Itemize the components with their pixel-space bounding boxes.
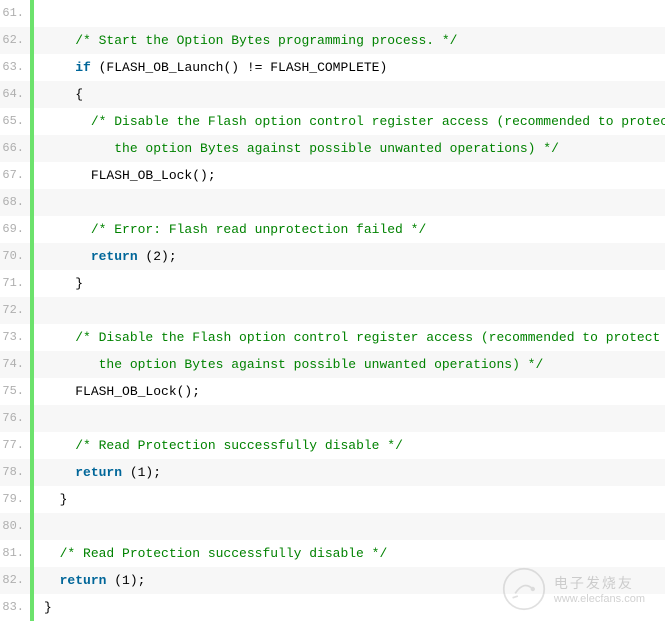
line-number: 70. bbox=[0, 243, 30, 270]
line-content: return (1); bbox=[44, 567, 145, 594]
line-marker bbox=[30, 486, 34, 513]
line-number: 61. bbox=[0, 0, 30, 27]
code-line: 64. { bbox=[0, 81, 665, 108]
code-line: 69. /* Error: Flash read unprotection fa… bbox=[0, 216, 665, 243]
line-content: if (FLASH_OB_Launch() != FLASH_COMPLETE) bbox=[44, 54, 387, 81]
line-marker bbox=[30, 297, 34, 324]
line-number: 83. bbox=[0, 594, 30, 621]
line-number: 62. bbox=[0, 27, 30, 54]
line-number: 66. bbox=[0, 135, 30, 162]
code-line: 81. /* Read Protection successfully disa… bbox=[0, 540, 665, 567]
code-line: 80. bbox=[0, 513, 665, 540]
line-number: 79. bbox=[0, 486, 30, 513]
line-content: /* Read Protection successfully disable … bbox=[44, 540, 387, 567]
line-marker bbox=[30, 189, 34, 216]
line-marker bbox=[30, 459, 34, 486]
line-marker bbox=[30, 243, 34, 270]
line-content: /* Disable the Flash option control regi… bbox=[44, 108, 665, 135]
code-line: 72. bbox=[0, 297, 665, 324]
line-number: 67. bbox=[0, 162, 30, 189]
code-line: 74. the option Bytes against possible un… bbox=[0, 351, 665, 378]
line-number: 72. bbox=[0, 297, 30, 324]
line-marker bbox=[30, 162, 34, 189]
line-content: return (2); bbox=[44, 243, 177, 270]
line-content: } bbox=[44, 594, 52, 621]
line-number: 73. bbox=[0, 324, 30, 351]
code-line: 66. the option Bytes against possible un… bbox=[0, 135, 665, 162]
line-marker bbox=[30, 54, 34, 81]
watermark-url-text: www.elecfans.com bbox=[554, 593, 645, 605]
line-number: 77. bbox=[0, 432, 30, 459]
code-block: 61.62. /* Start the Option Bytes program… bbox=[0, 0, 665, 621]
code-line: 76. bbox=[0, 405, 665, 432]
line-marker bbox=[30, 513, 34, 540]
line-number: 68. bbox=[0, 189, 30, 216]
line-marker bbox=[30, 351, 34, 378]
code-line: 62. /* Start the Option Bytes programmin… bbox=[0, 27, 665, 54]
code-line: 65. /* Disable the Flash option control … bbox=[0, 108, 665, 135]
line-content: the option Bytes against possible unwant… bbox=[44, 135, 559, 162]
line-content: /* Start the Option Bytes programming pr… bbox=[44, 27, 457, 54]
line-number: 64. bbox=[0, 81, 30, 108]
code-line: 78. return (1); bbox=[0, 459, 665, 486]
line-marker bbox=[30, 432, 34, 459]
line-marker bbox=[30, 81, 34, 108]
line-number: 71. bbox=[0, 270, 30, 297]
line-marker bbox=[30, 270, 34, 297]
line-content: } bbox=[44, 270, 83, 297]
code-line: 68. bbox=[0, 189, 665, 216]
watermark: 电子发烧友 www.elecfans.com bbox=[502, 567, 645, 611]
line-marker bbox=[30, 324, 34, 351]
line-marker bbox=[30, 135, 34, 162]
line-number: 63. bbox=[0, 54, 30, 81]
code-line: 73. /* Disable the Flash option control … bbox=[0, 324, 665, 351]
code-line: 63. if (FLASH_OB_Launch() != FLASH_COMPL… bbox=[0, 54, 665, 81]
line-number: 80. bbox=[0, 513, 30, 540]
line-marker bbox=[30, 594, 34, 621]
code-line: 67. FLASH_OB_Lock(); bbox=[0, 162, 665, 189]
code-line: 79. } bbox=[0, 486, 665, 513]
line-marker bbox=[30, 108, 34, 135]
line-number: 75. bbox=[0, 378, 30, 405]
line-marker bbox=[30, 405, 34, 432]
code-line: 71. } bbox=[0, 270, 665, 297]
code-line: 75. FLASH_OB_Lock(); bbox=[0, 378, 665, 405]
line-number: 76. bbox=[0, 405, 30, 432]
line-content: FLASH_OB_Lock(); bbox=[44, 378, 200, 405]
line-number: 81. bbox=[0, 540, 30, 567]
line-content: } bbox=[44, 486, 67, 513]
line-content: FLASH_OB_Lock(); bbox=[44, 162, 216, 189]
line-content: { bbox=[44, 81, 83, 108]
line-marker bbox=[30, 0, 34, 27]
line-number: 74. bbox=[0, 351, 30, 378]
line-marker bbox=[30, 216, 34, 243]
line-marker bbox=[30, 540, 34, 567]
line-marker bbox=[30, 378, 34, 405]
line-number: 78. bbox=[0, 459, 30, 486]
line-content: /* Read Protection successfully disable … bbox=[44, 432, 403, 459]
line-number: 82. bbox=[0, 567, 30, 594]
line-content: /* Error: Flash read unprotection failed… bbox=[44, 216, 426, 243]
line-marker bbox=[30, 567, 34, 594]
code-line: 77. /* Read Protection successfully disa… bbox=[0, 432, 665, 459]
line-number: 69. bbox=[0, 216, 30, 243]
line-content: return (1); bbox=[44, 459, 161, 486]
line-content: the option Bytes against possible unwant… bbox=[44, 351, 543, 378]
line-number: 65. bbox=[0, 108, 30, 135]
code-line: 70. return (2); bbox=[0, 243, 665, 270]
line-marker bbox=[30, 27, 34, 54]
watermark-logo-icon bbox=[502, 567, 546, 611]
code-line: 61. bbox=[0, 0, 665, 27]
watermark-cn-text: 电子发烧友 bbox=[554, 573, 645, 593]
line-content: /* Disable the Flash option control regi… bbox=[44, 324, 660, 351]
